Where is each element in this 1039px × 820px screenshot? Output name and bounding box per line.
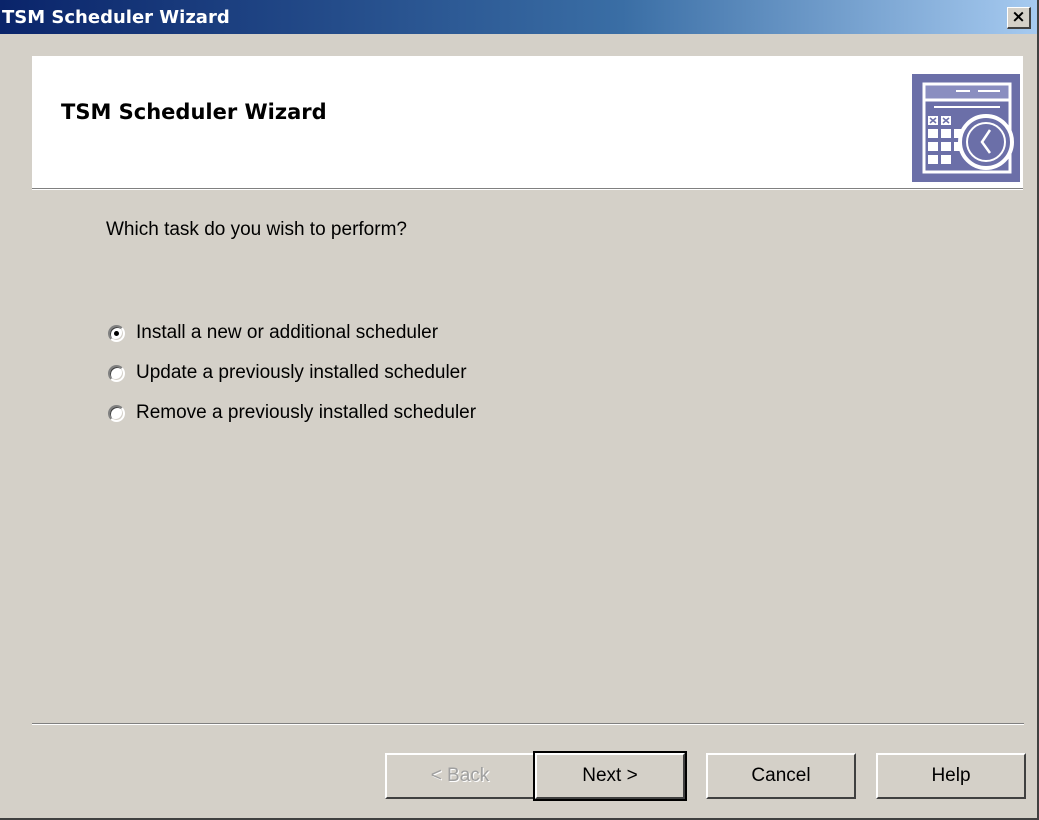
option-remove[interactable]: Remove a previously installed scheduler: [108, 393, 476, 433]
back-button[interactable]: < Back: [385, 753, 535, 799]
title-bar[interactable]: TSM Scheduler Wizard ×: [0, 0, 1037, 34]
option-install[interactable]: Install a new or additional scheduler: [108, 313, 476, 353]
window-title: TSM Scheduler Wizard: [2, 6, 230, 28]
wizard-window: TSM Scheduler Wizard × TSM Scheduler Wiz…: [0, 0, 1039, 820]
option-update[interactable]: Update a previously installed scheduler: [108, 353, 476, 393]
radio-remove[interactable]: [108, 404, 125, 422]
radio-update[interactable]: [108, 364, 125, 382]
option-update-label[interactable]: Update a previously installed scheduler: [136, 362, 467, 384]
header-divider: [32, 189, 1023, 190]
task-options: Install a new or additional scheduler Up…: [108, 313, 476, 433]
next-button[interactable]: Next >: [533, 751, 687, 801]
radio-install[interactable]: [108, 324, 125, 342]
page-title: TSM Scheduler Wizard: [61, 100, 327, 124]
option-install-label[interactable]: Install a new or additional scheduler: [136, 322, 438, 344]
close-icon: ×: [1011, 7, 1026, 27]
wizard-header: TSM Scheduler Wizard: [32, 56, 1023, 189]
cancel-button[interactable]: Cancel: [706, 753, 856, 799]
close-button[interactable]: ×: [1007, 7, 1031, 29]
calendar-clock-icon: [912, 74, 1020, 182]
help-button[interactable]: Help: [876, 753, 1026, 799]
option-remove-label[interactable]: Remove a previously installed scheduler: [136, 402, 476, 424]
task-question: Which task do you wish to perform?: [106, 219, 407, 240]
footer-separator: [32, 723, 1024, 725]
